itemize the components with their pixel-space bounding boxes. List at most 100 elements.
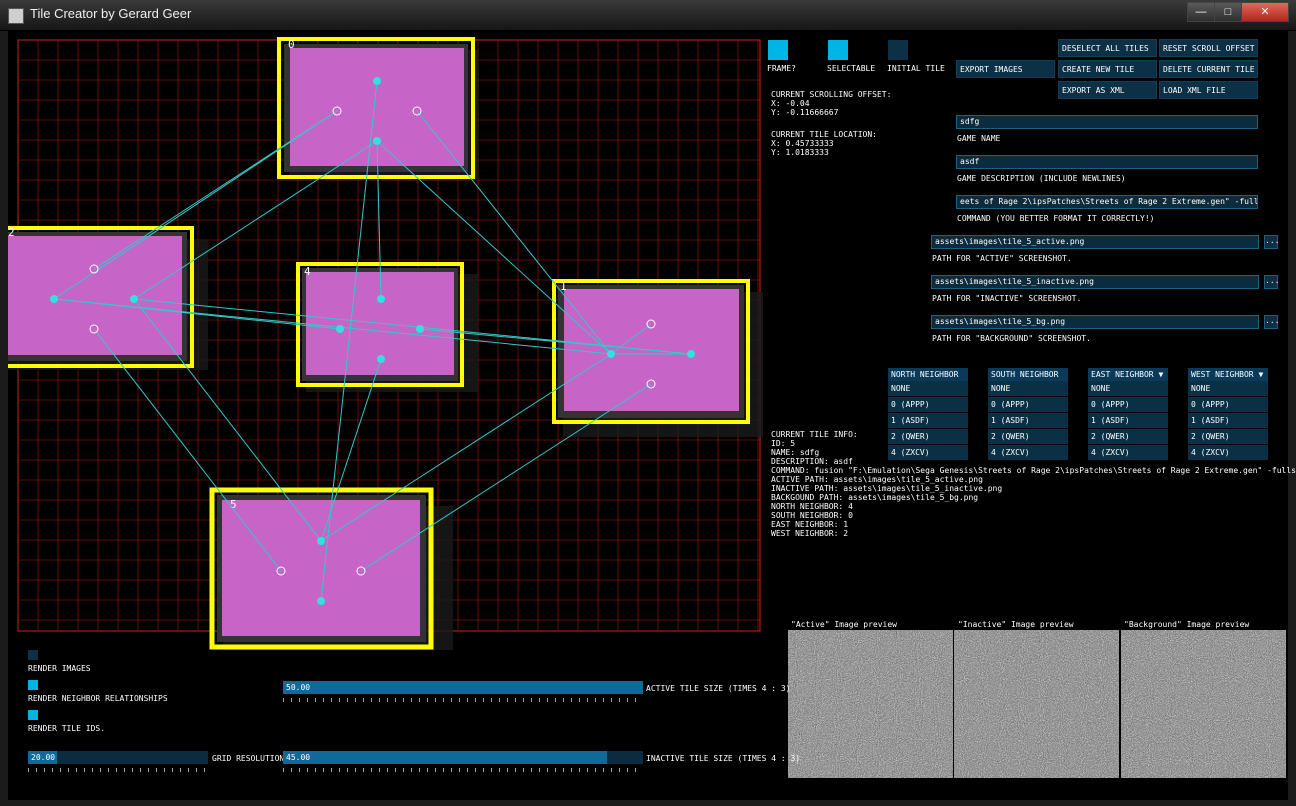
selectable-label: SELECTABLE (827, 64, 876, 73)
inactive-image-preview (954, 630, 1119, 778)
initial-tile-toggle[interactable] (888, 40, 908, 60)
export-xml-button[interactable]: EXPORT AS XML (1058, 81, 1157, 99)
dropdown-option[interactable]: 4 (ZXCV) (888, 445, 968, 460)
inactive-tile-size-slider[interactable]: 45.00 (283, 751, 643, 764)
dropdown-option[interactable]: 1 (ASDF) (1088, 413, 1168, 428)
delete-tile-button[interactable]: DELETE CURRENT TILE (1159, 60, 1258, 78)
tile-info-line: INACTIVE PATH: assets\images\tile_5_inac… (771, 484, 1003, 493)
reset-scroll-button[interactable]: RESET SCROLL OFFSET (1159, 39, 1258, 57)
scroll-offset-y: Y: -0.11666667 (771, 108, 839, 117)
inactive-tile-size-ticks (283, 768, 643, 772)
tile-info-line: WEST NEIGHBOR: 2 (771, 529, 849, 538)
slider-value: 50.00 (286, 683, 311, 692)
render-relationships-checkbox[interactable] (28, 680, 38, 690)
dropdown-option[interactable]: 1 (ASDF) (1188, 413, 1268, 428)
background-path-input[interactable]: assets\images\tile_5_bg.png (931, 315, 1259, 329)
node (607, 350, 615, 358)
scroll-offset-title: CURRENT SCROLLING OFFSET: (771, 90, 892, 99)
node (373, 137, 381, 145)
inactive-path-browse-button[interactable]: ... (1264, 275, 1279, 289)
node (687, 350, 695, 358)
slider-fill (283, 681, 643, 694)
active-tile-size-slider[interactable]: 50.00 (283, 681, 643, 694)
tile-id-label: 0 (288, 38, 295, 51)
render-images-checkbox[interactable] (28, 650, 38, 660)
render-images-label: RENDER IMAGES (28, 664, 91, 673)
tile-info-line: COMMAND: fusion "F:\Emulation\Sega Genes… (771, 466, 1296, 475)
tile-0[interactable]: 0 (277, 37, 479, 180)
tile-location-title: CURRENT TILE LOCATION: (771, 130, 877, 139)
frame-label: FRAME? (767, 64, 796, 73)
title-bar[interactable]: Tile Creator by Gerard Geer — □ ✕ (0, 0, 1296, 31)
active-path-input[interactable]: assets\images\tile_5_active.png (931, 235, 1259, 249)
inactive-preview-label: "Inactive" Image preview (958, 620, 1074, 629)
dropdown-option[interactable]: NONE (1088, 381, 1168, 396)
game-description-input[interactable]: asdf (956, 155, 1258, 169)
dropdown-option[interactable]: 4 (ZXCV) (1088, 445, 1168, 460)
slider-fill (283, 751, 607, 764)
tile-info-line: SOUTH NEIGHBOR: 0 (771, 511, 853, 520)
inactive-path-input[interactable]: assets\images\tile_5_inactive.png (931, 275, 1259, 289)
dropdown-option[interactable]: 0 (APPP) (1088, 397, 1168, 412)
close-button[interactable]: ✕ (1241, 2, 1289, 22)
selectable-toggle[interactable] (828, 40, 848, 60)
node (130, 295, 138, 303)
tile-info-line: EAST NEIGHBOR: 1 (771, 520, 849, 529)
south-neighbor-header[interactable]: SOUTH NEIGHBOR ▼ (988, 368, 1068, 392)
dropdown-option[interactable]: 2 (QWER) (888, 429, 968, 444)
tile-info-line: BACKGOUND PATH: assets\images\tile_5_bg.… (771, 493, 979, 502)
west-neighbor-header[interactable]: WEST NEIGHBOR ▼ (1188, 368, 1268, 381)
dropdown-option[interactable]: 4 (ZXCV) (1188, 445, 1268, 460)
dropdown-option[interactable]: NONE (888, 381, 968, 396)
dropdown-option[interactable]: 1 (ASDF) (888, 413, 968, 428)
slider-value: 20.00 (31, 753, 56, 762)
dropdown-option[interactable]: 0 (APPP) (888, 397, 968, 412)
command-label: COMMAND (YOU BETTER FORMAT IT CORRECTLY!… (957, 214, 1155, 223)
load-xml-button[interactable]: LOAD XML FILE (1159, 81, 1258, 99)
node (373, 77, 381, 85)
dropdown-option[interactable]: 2 (QWER) (1088, 429, 1168, 444)
active-tile-size-ticks (283, 698, 643, 702)
render-ids-checkbox[interactable] (28, 710, 38, 720)
tile-info-line: DESCRIPTION: asdf (771, 457, 853, 466)
create-tile-button[interactable]: CREATE NEW TILE (1058, 60, 1157, 78)
tile-canvas[interactable]: 0 2 4 1 5 (8, 30, 768, 650)
game-name-input[interactable]: sdfg (956, 115, 1258, 129)
node (377, 355, 385, 363)
active-path-browse-button[interactable]: ... (1264, 235, 1279, 249)
initial-tile-label: INITIAL TILE (887, 64, 945, 73)
dropdown-option[interactable]: NONE (1188, 381, 1268, 396)
command-input[interactable]: eets of Rage 2\ipsPatches\Streets of Rag… (956, 195, 1258, 209)
active-preview-label: "Active" Image preview (791, 620, 897, 629)
tile-5[interactable]: 5 (209, 487, 453, 650)
dropdown-option[interactable]: 4 (ZXCV) (988, 445, 1068, 460)
deselect-all-button[interactable]: DESELECT ALL TILES (1058, 39, 1157, 57)
dropdown-option[interactable]: NONE (988, 381, 1068, 396)
dropdown-option[interactable]: 0 (APPP) (1188, 397, 1268, 412)
tile-2[interactable]: 2 (8, 226, 208, 370)
maximize-button[interactable]: □ (1214, 2, 1242, 22)
frame-toggle[interactable] (768, 40, 788, 60)
scroll-offset-x: X: -0.04 (771, 99, 810, 108)
app-icon (8, 8, 24, 24)
tile-1[interactable]: 1 (552, 279, 763, 437)
dropdown-option[interactable]: 2 (QWER) (1188, 429, 1268, 444)
active-tile-size-label: ACTIVE TILE SIZE (TIMES 4 : 3) (646, 684, 791, 693)
slider-value: 45.00 (286, 753, 311, 762)
grid-resolution-slider[interactable]: 20.00 (28, 751, 208, 764)
minimize-button[interactable]: — (1187, 2, 1215, 22)
dropdown-option[interactable]: 1 (ASDF) (988, 413, 1068, 428)
background-path-label: PATH FOR "BACKGROUND" SCREENSHOT. (932, 334, 1091, 343)
tile-4[interactable]: 4 (296, 262, 478, 392)
background-path-browse-button[interactable]: ... (1264, 315, 1279, 329)
tile-info-line: ACTIVE PATH: assets\images\tile_5_active… (771, 475, 983, 484)
node (50, 295, 58, 303)
north-neighbor-header[interactable]: NORTH NEIGHBOR ▼ (888, 368, 968, 392)
dropdown-option[interactable]: 2 (QWER) (988, 429, 1068, 444)
node (377, 295, 385, 303)
tile-id-label: 4 (304, 265, 311, 278)
tile-id-label: 2 (8, 226, 15, 239)
east-neighbor-header[interactable]: EAST NEIGHBOR ▼ (1088, 368, 1168, 381)
dropdown-option[interactable]: 0 (APPP) (988, 397, 1068, 412)
export-images-button[interactable]: EXPORT IMAGES (956, 60, 1055, 78)
